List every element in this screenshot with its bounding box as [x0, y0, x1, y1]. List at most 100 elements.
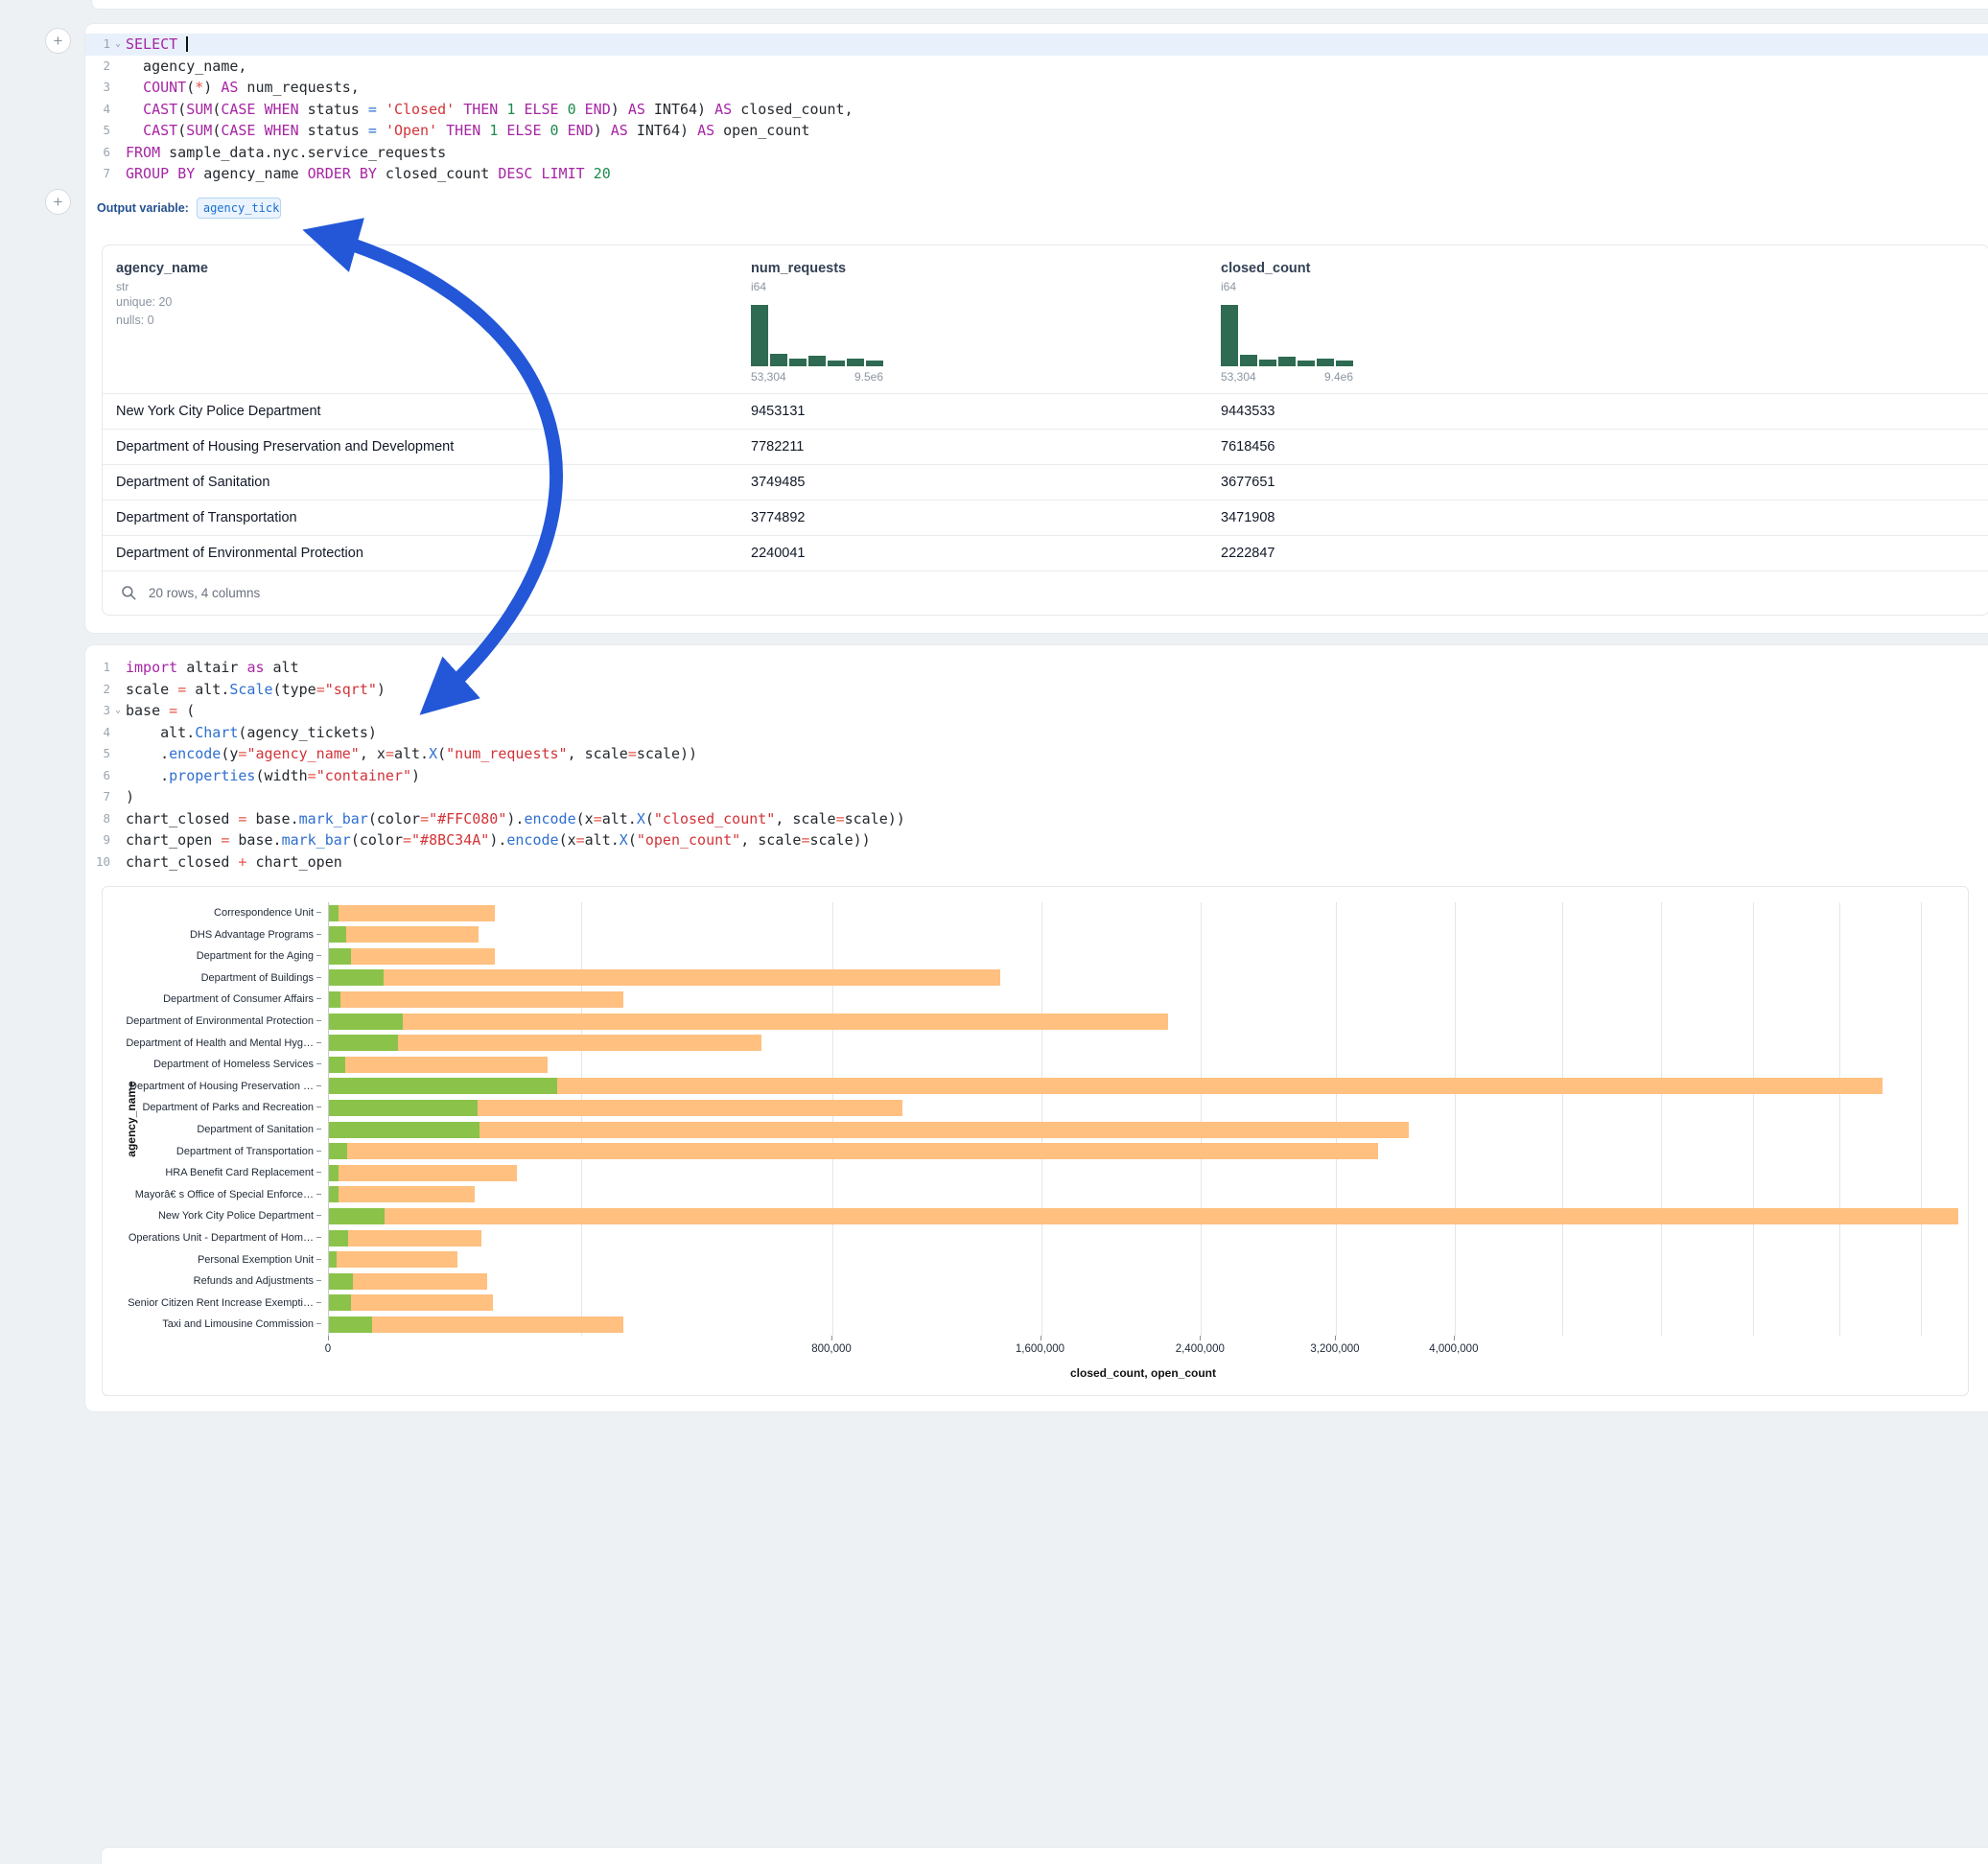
y-axis-label: Correspondence Unit — [103, 902, 321, 924]
y-axis-label: Mayorâ€ s Office of Special Enforce… — [103, 1184, 321, 1206]
y-axis-label: HRA Benefit Card Replacement — [103, 1162, 321, 1184]
sql-code-editor[interactable]: 1⌄SELECT 2 agency_name,3 COUNT(*) AS num… — [85, 34, 1988, 185]
chart-x-axis-labels: 0800,0001,600,0002,400,0003,200,0004,000… — [328, 1336, 1958, 1364]
bar-open — [329, 926, 346, 943]
code-line: 8chart_closed = base.mark_bar(color="#FF… — [85, 808, 1988, 830]
text-cursor — [186, 36, 188, 52]
line-number: 9 — [85, 829, 110, 851]
line-number: 1 — [85, 34, 110, 56]
fold-chevron-icon[interactable]: ⌄ — [110, 34, 126, 56]
cell: 3749485 — [751, 475, 1221, 490]
gutter-spacer — [110, 851, 126, 874]
y-axis-label: Department of Homeless Services — [103, 1054, 321, 1076]
line-number: 3 — [85, 700, 110, 722]
python-code-editor[interactable]: 1import altair as alt2scale = alt.Scale(… — [85, 657, 1988, 873]
cell: 9453131 — [751, 404, 1221, 419]
cell: Department of Environmental Protection — [116, 546, 751, 561]
bar-open — [329, 1035, 398, 1051]
histogram-bar — [751, 305, 768, 366]
code-text: base = ( — [126, 700, 1988, 722]
y-axis-label: Department for the Aging — [103, 945, 321, 967]
gutter-spacer — [110, 657, 126, 679]
line-number: 4 — [85, 99, 110, 121]
y-axis-label: Refunds and Adjustments — [103, 1270, 321, 1293]
histogram-bar — [1221, 305, 1238, 366]
column-name: closed_count — [1221, 261, 1988, 276]
bar-open — [329, 905, 339, 921]
gridline — [1562, 902, 1563, 1336]
bar-open — [329, 1143, 347, 1159]
code-text: alt.Chart(agency_tickets) — [126, 722, 1988, 744]
output-variable-chip[interactable]: agency_tickets — [197, 198, 281, 219]
y-axis-label: Operations Unit - Department of Hom… — [103, 1227, 321, 1249]
column-header[interactable]: agency_namestrunique: 20nulls: 0 — [116, 261, 751, 384]
gridline — [1661, 902, 1662, 1336]
code-text: CAST(SUM(CASE WHEN status = 'Closed' THE… — [126, 99, 1988, 121]
bar-closed — [329, 1316, 623, 1333]
y-axis-label: Department of Consumer Affairs — [103, 989, 321, 1011]
gutter-spacer — [110, 743, 126, 765]
add-cell-button-top[interactable]: + — [45, 28, 71, 54]
y-axis-label: Department of Buildings — [103, 967, 321, 990]
histogram-bar — [1278, 357, 1296, 366]
code-line: 3 COUNT(*) AS num_requests, — [85, 77, 1988, 99]
gutter-spacer — [110, 786, 126, 808]
bar-closed — [329, 1294, 493, 1311]
histogram-range: 53,3049.4e6 — [1221, 370, 1353, 384]
line-number: 6 — [85, 765, 110, 787]
bar-open — [329, 1251, 337, 1268]
code-line: 3⌄base = ( — [85, 700, 1988, 722]
y-axis-label: New York City Police Department — [103, 1205, 321, 1227]
line-number: 7 — [85, 786, 110, 808]
histogram-range: 53,3049.5e6 — [751, 370, 883, 384]
gutter-spacer — [110, 722, 126, 744]
add-cell-button-mid[interactable]: + — [45, 189, 71, 215]
column-type: i64 — [1221, 280, 1988, 293]
bar-closed — [329, 1057, 548, 1073]
bar-closed — [329, 1078, 1883, 1094]
column-name: agency_name — [116, 261, 751, 276]
code-text: agency_name, — [126, 56, 1988, 78]
column-header[interactable]: closed_count i64 53,3049.4e6 — [1221, 261, 1988, 384]
bar-closed — [329, 1251, 457, 1268]
bar-closed — [329, 1230, 481, 1247]
code-text: GROUP BY agency_name ORDER BY closed_cou… — [126, 163, 1988, 185]
gridline — [1839, 902, 1840, 1336]
histogram-bar — [808, 356, 826, 365]
histogram-bar — [847, 359, 864, 366]
table-body: New York City Police Department945313194… — [103, 393, 1988, 571]
previous-cell-edge — [91, 0, 1988, 10]
code-line: 6 .properties(width="container") — [85, 765, 1988, 787]
histogram-bar — [789, 359, 807, 365]
bar-closed — [329, 948, 495, 965]
line-number: 6 — [85, 142, 110, 164]
gutter-spacer — [110, 808, 126, 830]
bar-open — [329, 1208, 385, 1224]
x-axis-tick — [1200, 1336, 1201, 1340]
x-axis-label: 800,000 — [811, 1343, 852, 1355]
histogram-max-label: 9.5e6 — [854, 370, 883, 384]
bar-closed — [329, 991, 623, 1008]
bar-closed — [329, 905, 495, 921]
y-axis-label: DHS Advantage Programs — [103, 924, 321, 946]
bar-open — [329, 991, 340, 1008]
gridline — [832, 902, 833, 1336]
column-histogram — [751, 303, 1221, 366]
code-text: chart_open = base.mark_bar(color="#8BC34… — [126, 829, 1988, 851]
code-line: 1⌄SELECT — [85, 34, 1988, 56]
y-axis-label: Department of Housing Preservation … — [103, 1076, 321, 1098]
column-header[interactable]: num_requestsi6453,3049.5e6 — [751, 261, 1221, 384]
column-histogram — [1221, 303, 1988, 366]
table-row: Department of Transportation377489234719… — [103, 500, 1988, 535]
bar-open — [329, 1122, 479, 1138]
search-icon[interactable] — [120, 584, 137, 601]
cell: 7618456 — [1221, 439, 1988, 454]
bar-closed — [329, 1014, 1168, 1030]
code-line: 4 alt.Chart(agency_tickets) — [85, 722, 1988, 744]
code-line: 9 chart_open = base.mark_bar(color="#8BC3… — [85, 829, 1988, 851]
x-axis-label: 4,000,000 — [1429, 1343, 1478, 1355]
bar-open — [329, 1078, 557, 1094]
fold-chevron-icon[interactable]: ⌄ — [110, 700, 126, 722]
histogram-bar — [828, 361, 845, 366]
code-line: 2 agency_name, — [85, 56, 1988, 78]
